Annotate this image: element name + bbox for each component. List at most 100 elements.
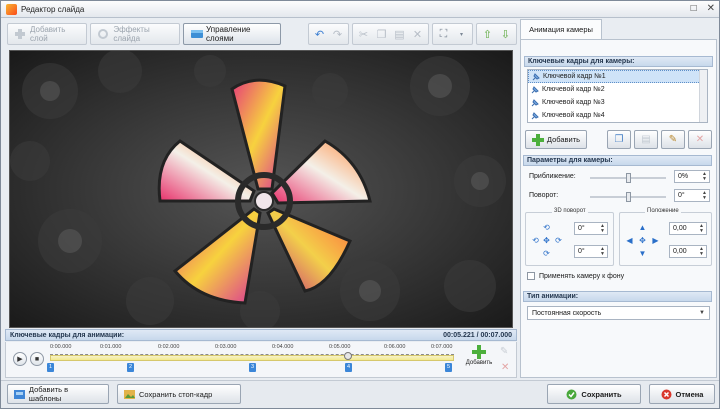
delete-camera-keyframe-button[interactable]: ✕ [688, 130, 712, 149]
fit-icon[interactable]: ⛶ [435, 25, 452, 43]
maximize-icon[interactable]: □ [691, 3, 697, 14]
slide-effects-label: Эффекты слайда [113, 25, 150, 43]
timeline-track[interactable] [50, 355, 454, 361]
move-down-arrow-icon[interactable]: ▼ [637, 248, 648, 259]
add-template-label: Добавить в шаблоны [28, 385, 69, 403]
paste-icon: ▤ [641, 134, 651, 145]
layer-control-button[interactable]: Управление слоями [183, 23, 281, 45]
rotate3d-title: 3D поворот [552, 208, 588, 214]
apply-bg-label: Применять камеру к фону [539, 272, 625, 280]
rotate-y-left-icon[interactable]: ⟲ [530, 235, 541, 246]
apply-bg-checkbox[interactable] [527, 272, 535, 280]
stop-button[interactable]: ■ [30, 352, 44, 366]
undo-icon[interactable]: ↶ [311, 25, 328, 43]
zoom-slider[interactable] [590, 173, 666, 183]
keyframe-label: Ключевой кадр №4 [542, 112, 605, 119]
keyframe-label: Ключевой кадр №1 [543, 73, 606, 80]
move-left-arrow-icon[interactable]: ◀ [624, 235, 635, 246]
paste-keyframe-button[interactable]: ▤ [634, 130, 658, 149]
position-title: Положение [645, 208, 681, 214]
window-controls: □ ✕ [691, 3, 715, 14]
add-layer-button[interactable]: Добавить слой [7, 23, 88, 45]
apply-bg-row[interactable]: Применять камеру к фону [527, 272, 624, 280]
add-to-templates-button[interactable]: Добавить в шаблоны [7, 384, 109, 404]
list-item[interactable]: Ключевой кадр №1 [528, 70, 707, 83]
pos-y-input[interactable]: 0,00 ▲ ▼ [669, 245, 707, 258]
tick-label: 0:00.000 [50, 344, 72, 350]
add-keyframe-label: Добавить [465, 360, 493, 366]
zoom-label: Приближение: [529, 173, 576, 180]
paste-icon[interactable]: ▤ [391, 25, 408, 43]
close-icon[interactable]: ✕ [707, 3, 715, 14]
tick-label: 0:03.000 [215, 344, 237, 350]
spinner-arrows[interactable]: ▲ ▼ [699, 246, 704, 257]
keyframe-marker[interactable]: 1 [47, 363, 54, 372]
rotate-y-right-icon[interactable]: ⟳ [553, 235, 564, 246]
copy-icon[interactable]: ❐ [373, 25, 390, 43]
add-camera-label: Добавить [546, 135, 581, 144]
save-button[interactable]: Сохранить [547, 384, 641, 404]
keyframe-marker[interactable]: 2 [127, 363, 134, 372]
rot3d-y-input[interactable]: 0° ▲ ▼ [574, 245, 608, 258]
pos-x-input[interactable]: 0,00 ▲ ▼ [669, 222, 707, 235]
slide-editor-window: Редактор слайда □ ✕ Добавить слой Эффект… [0, 0, 720, 409]
spinner-arrows[interactable]: ▲ ▼ [702, 190, 707, 201]
spinner-arrows[interactable]: ▲ ▼ [702, 171, 707, 182]
rotation-slider[interactable] [590, 192, 666, 202]
pos-x-value: 0,00 [673, 225, 687, 232]
rot3d-x-input[interactable]: 0° ▲ ▼ [574, 222, 608, 235]
spinner-arrows[interactable]: ▲ ▼ [600, 223, 605, 234]
list-item[interactable]: Ключевой кадр №4 [528, 109, 707, 122]
timeline-area: ▶ ■ 0:00.000 0:01.000 0:02.000 0:03.000 … [5, 342, 517, 378]
zoom-input[interactable]: 0% ▲ ▼ [674, 170, 710, 183]
delete-icon[interactable]: ✕ [409, 25, 426, 43]
move-down-icon[interactable]: ⇩ [497, 25, 514, 43]
reset-keyframe-button[interactable]: ✎ [661, 130, 685, 149]
slide-effects-button[interactable]: Эффекты слайда [90, 23, 181, 45]
rotation-slider-thumb[interactable] [626, 192, 631, 202]
delete-keyframe-icon[interactable]: ✕ [501, 362, 509, 373]
tick-label: 0:02.000 [158, 344, 180, 350]
save-frame-button[interactable]: Сохранить стоп-кадр [117, 384, 241, 404]
pin-icon [531, 111, 539, 119]
center-position-icon[interactable]: ✥ [637, 235, 648, 246]
fit-dropdown-icon[interactable]: ▾ [453, 25, 470, 43]
spinner-arrows[interactable]: ▲ ▼ [600, 246, 605, 257]
tab-camera-animation[interactable]: Анимация камеры [520, 19, 602, 39]
list-item[interactable]: Ключевой кадр №2 [528, 83, 707, 96]
rotation-input[interactable]: 0° ▲ ▼ [674, 189, 710, 202]
rot3d-x-value: 0° [578, 225, 585, 232]
reset-rotation-icon[interactable]: ✥ [541, 235, 552, 246]
keyframe-marker[interactable]: 5 [445, 363, 452, 372]
redo-icon[interactable]: ↷ [329, 25, 346, 43]
cut-icon[interactable]: ✂ [355, 25, 372, 43]
save-frame-label: Сохранить стоп-кадр [139, 389, 213, 399]
undo-redo-group: ↶ ↷ [308, 23, 349, 45]
add-keyframe-button[interactable]: Добавить [464, 344, 494, 376]
list-item[interactable]: Ключевой кадр №3 [528, 96, 707, 109]
rotation-value: 0° [678, 192, 685, 199]
anim-type-select[interactable]: Постоянная скорость ▼ [527, 306, 710, 320]
playhead-handle[interactable] [344, 352, 352, 360]
keyframe-marker[interactable]: 4 [345, 363, 352, 372]
copy-keyframe-button[interactable]: ❐ [607, 130, 631, 149]
move-up-icon[interactable]: ⇧ [479, 25, 496, 43]
order-group: ⇧ ⇩ [476, 23, 517, 45]
spinner-arrows[interactable]: ▲ ▼ [699, 223, 704, 234]
edit-keyframe-icon[interactable]: ✎ [500, 346, 508, 357]
add-camera-keyframe-button[interactable]: Добавить [525, 130, 587, 149]
zoom-slider-thumb[interactable] [626, 173, 631, 183]
rotate-x-up-icon[interactable]: ⟲ [541, 222, 552, 233]
slide-canvas[interactable] [9, 50, 513, 328]
rot3d-y-value: 0° [578, 248, 585, 255]
play-button[interactable]: ▶ [13, 352, 27, 366]
cancel-button[interactable]: Отмена [649, 384, 715, 404]
timeline-title: Ключевые кадры для анимации: [10, 331, 125, 339]
fit-group: ⛶ ▾ [432, 23, 473, 45]
chevron-down-icon: ▼ [699, 310, 705, 316]
keyframe-marker[interactable]: 3 [249, 363, 256, 372]
rotate-x-down-icon[interactable]: ⟳ [541, 248, 552, 259]
list-scrollbar[interactable] [699, 70, 707, 122]
move-up-arrow-icon[interactable]: ▲ [637, 222, 648, 233]
move-right-arrow-icon[interactable]: ▶ [650, 235, 661, 246]
